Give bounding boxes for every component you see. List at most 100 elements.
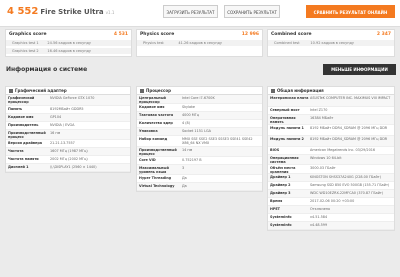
general-info-key: Драйвер 1 — [270, 175, 291, 179]
cpu-info-value: Intel Core i7-6700K — [182, 96, 215, 100]
gpu-info-value: 1607 МГц (1987 МГц) — [50, 149, 88, 153]
gpu-info-value: 8192МБайт GDDR5 — [50, 107, 84, 111]
combined-score-value: 2 347 — [376, 32, 391, 37]
system-info-title: Информация о системе — [6, 66, 88, 73]
combined-score-label: Combined score — [271, 32, 312, 37]
gpu-info-panel: Графический адаптер Графический процессо… — [5, 86, 131, 173]
cpu-info-value: Socket 1151 LGA — [182, 129, 211, 133]
cpu-info-key: Максимальный уровень кэша — [139, 166, 169, 174]
gpu-info-key: Графический процессор — [8, 96, 35, 104]
general-info-row: SystemInfo v4.51.584 — [268, 214, 394, 222]
physics-score-value: 12 996 — [241, 32, 259, 37]
benchmark-title: Fire Strike Ultra — [40, 8, 104, 16]
general-info-value: 2017-02-06 00:20 +03:00 — [310, 199, 355, 203]
cpu-info-value: 14 нм — [182, 148, 193, 152]
general-info-value: 3000.03 ГБайт — [310, 166, 336, 170]
gpu-info-value: \\.\DISPLAY1 (2560 × 1440) — [50, 165, 97, 169]
general-info-row: HPET Отключено — [268, 206, 394, 214]
compare-online-button[interactable]: СРАВНИТЬ РЕЗУЛЬТАТ ОНЛАЙН — [306, 5, 395, 18]
cpu-info-row: Набор команд MMX SSE SSE2 SSE3 SSSE3 SSE4… — [137, 136, 262, 147]
general-info-row: Материнская плата ASUSTeK COMPUTER INC. M… — [268, 95, 394, 107]
score-value: 4 552 — [7, 6, 39, 17]
gpu-info-row: Кодовое имя GP104 — [6, 114, 130, 122]
less-info-button[interactable]: МЕНЬШЕ ИНФОРМАЦИИ — [323, 64, 396, 75]
general-info-key: Операционная система — [270, 156, 299, 164]
cpu-info-key: Набор команд — [139, 137, 168, 141]
cpu-info-key: Virtual Technology — [139, 184, 175, 188]
cpu-header: Процессор — [137, 87, 262, 95]
cpu-info-panel: Процессор Центральный процессор Intel Cor… — [136, 86, 263, 192]
cpu-info-row: Центральный процессор Intel Core i7-6700K — [137, 95, 262, 104]
cpu-info-row: Core VID 0.752197 В — [137, 157, 262, 165]
gpu-info-key: Производитель — [8, 123, 39, 127]
graphics-score-panel: Graphics score 4 531 Graphics test 1 24.5… — [5, 29, 132, 57]
general-info-row: Драйвер 3 WDC WD10EZRX-22MFCA0 (370.87 ГБ… — [268, 190, 394, 198]
save-result-button[interactable]: СОХРАНИТЬ РЕЗУЛЬТАТ — [224, 5, 280, 18]
physics-score-panel: Physics score 12 996 Physics test 41.26 к… — [136, 29, 263, 57]
gpu-header: Графический адаптер — [6, 87, 130, 95]
general-info-key: Время — [270, 199, 283, 203]
general-info-key: Оперативная память — [270, 116, 296, 124]
gpu-info-row: Частота памяти 2002 МГц (2002 МГц) — [6, 156, 130, 164]
cpu-info-row: Максимальный уровень кэша 3 — [137, 165, 262, 175]
general-info-value: Samsung SSD 850 EVO 500GB (155.71 ГБайт) — [310, 183, 390, 187]
gpu-info-key: Версия драйвера — [8, 141, 43, 145]
general-info-key: HPET — [270, 207, 280, 211]
cpu-info-value: 0.752197 В — [182, 158, 202, 162]
graphics-score-value: 4 531 — [113, 32, 128, 37]
gpu-info-key: Производственный процесс — [8, 131, 46, 139]
graphics-test-2-row: Graphics test 2 16.46 кадров в секунду — [6, 48, 131, 54]
cpu-info-key: Кодовое имя — [139, 105, 165, 109]
general-info-row: SystemInfo v4.48.599 — [268, 222, 394, 230]
general-info-value: 8192 МБайт DDR4_SDRAM @ 2096 МГц DDR — [310, 137, 388, 141]
general-info-key: BIOS — [270, 148, 280, 152]
general-info-value: ASUSTeK COMPUTER INC. MAXIMUS VIII IMPAC… — [310, 96, 391, 100]
general-info-key: Материнская плата — [270, 96, 309, 100]
general-info-value: American Megatrends Inc. 03/29/2016 — [310, 148, 376, 152]
cpu-info-key: Центральный процессор — [139, 96, 166, 104]
cpu-info-row: Virtual Technology Да — [137, 183, 262, 191]
general-info-row: Модуль памяти 1 8192 МБайт DDR4_SDRAM @ 2… — [268, 125, 394, 136]
gpu-info-value: GP104 — [50, 115, 62, 119]
cpu-info-value: 4000 МГц — [182, 113, 200, 117]
general-info-row: Драйвер 1 KINGSTON SHSS37A240G (228.00 ГБ… — [268, 174, 394, 182]
general-info-panel: Общая информация Материнская плата ASUSTe… — [267, 86, 395, 231]
general-info-row: Время 2017-02-06 00:20 +03:00 — [268, 198, 394, 206]
general-info-value: v4.51.584 — [310, 215, 328, 219]
general-info-row: Объём места хранения 3000.03 ГБайт — [268, 165, 394, 174]
gpu-info-value: NVIDIA GeForce GTX 1070 — [50, 96, 95, 100]
cpu-info-row: Кодовое имя Skylake — [137, 104, 262, 112]
graphics-test-1-row: Graphics test 1 24.56 кадров в секунду — [6, 40, 131, 46]
general-info-value: Intel Z170 — [310, 108, 328, 112]
gpu-info-key: Кодовое имя — [8, 115, 34, 119]
gpu-info-row: Графический процессор NVIDIA GeForce GTX … — [6, 95, 130, 106]
general-info-value: v4.48.599 — [310, 223, 328, 227]
cpu-info-row: Тактовая частота 4000 МГц — [137, 112, 262, 120]
general-info-row: Операционная система Windows 10 64-bit — [268, 155, 394, 165]
general-header: Общая информация — [268, 87, 394, 95]
chip-icon — [140, 89, 144, 93]
upload-result-button[interactable]: ЗАГРУЗИТЬ РЕЗУЛЬТАТ — [163, 5, 218, 18]
cpu-info-key: Количество ядер — [139, 121, 173, 125]
cpu-info-value: 4 (8) — [182, 121, 191, 125]
cpu-info-row: Упаковка Socket 1151 LGA — [137, 128, 262, 136]
general-info-value: WDC WD10EZRX-22MFCA0 (370.87 ГБайт) — [310, 191, 384, 195]
general-info-key: Драйвер 3 — [270, 191, 291, 195]
cpu-info-key: Упаковка — [139, 129, 158, 133]
general-info-value: Отключено — [310, 207, 331, 211]
general-info-key: Северный мост — [270, 108, 300, 112]
general-info-row: BIOS American Megatrends Inc. 03/29/2016 — [268, 147, 394, 155]
benchmark-version: v1.1 — [105, 10, 115, 15]
combined-test-row: Combined test 10.92 кадров в секунду — [268, 40, 394, 46]
general-info-row: Оперативная память 16384 МБайт — [268, 115, 394, 125]
cpu-info-row: Hyper Threading Да — [137, 175, 262, 183]
physics-test-row: Physics test 41.26 кадров в секунду — [137, 40, 262, 46]
monitor-icon — [9, 89, 13, 93]
gpu-info-row: Дисплей 1 \\.\DISPLAY1 (2560 × 1440) — [6, 164, 130, 172]
cpu-info-value: 3 — [182, 166, 185, 170]
general-info-value: KINGSTON SHSS37A240G (228.00 ГБайт) — [310, 175, 381, 179]
general-info-key: Модуль памяти 1 — [270, 126, 304, 130]
gpu-info-row: Версия драйвера 21.21.13.7557 — [6, 140, 130, 148]
general-info-value: 16384 МБайт — [310, 116, 334, 120]
cpu-info-key: Hyper Threading — [139, 176, 172, 180]
